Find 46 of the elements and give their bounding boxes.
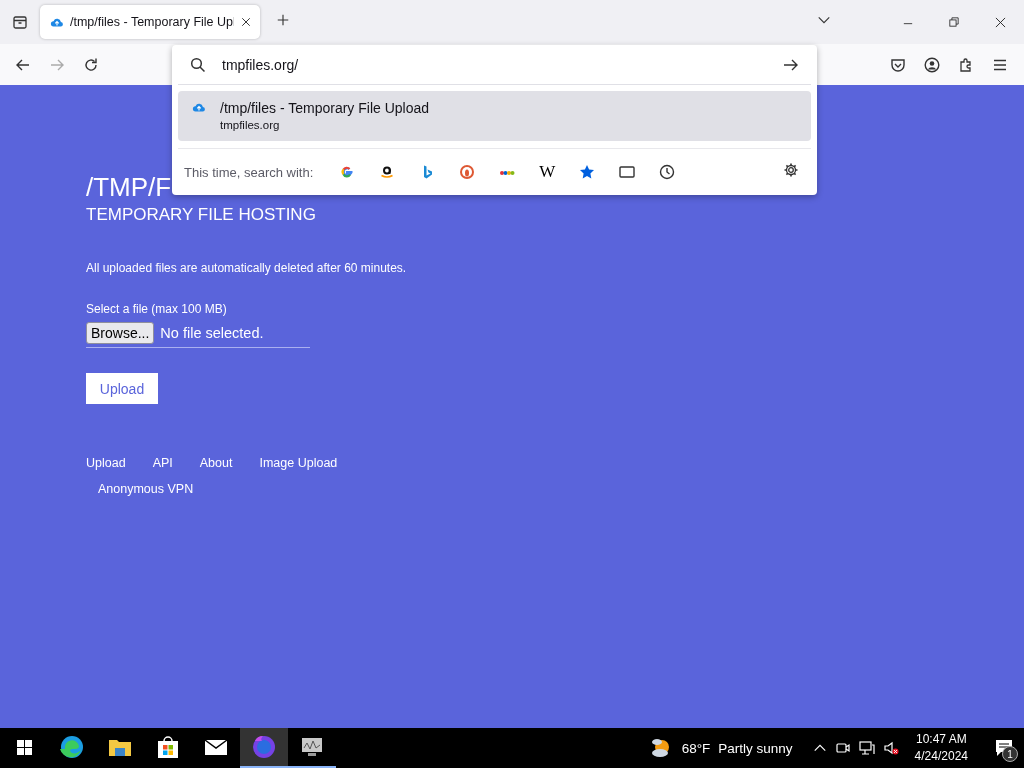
footer-link[interactable]: About [199,456,233,470]
monitor-app-icon[interactable] [300,735,324,759]
search-with-label: This time, search with: [184,164,314,180]
new-tab-icon[interactable] [276,13,290,27]
star-icon[interactable] [579,164,596,180]
clock-date[interactable]: 4/24/2024 [914,748,968,765]
account-icon[interactable] [924,56,940,73]
suggestion-url: tmpfiles.org [220,119,281,131]
weather-condition[interactable]: Partly sunny [718,740,793,756]
field-label: Select a file (max 100 MB) [86,302,227,316]
suggestion-item[interactable]: /tmp/files - Temporary File Upload tmpfiles.org [178,91,811,141]
browse-button[interactable]: Browse... [86,322,155,344]
edge-icon[interactable] [60,735,84,759]
windows-start-icon[interactable] [15,738,33,756]
temperature[interactable]: 68°F [681,740,711,756]
firefox-icon[interactable] [252,735,276,759]
footer-link[interactable]: API [152,456,173,470]
file-status: No file selected. [160,325,264,341]
tab-list-icon[interactable] [12,14,28,30]
footer-link[interactable]: Image Upload [259,456,338,470]
close-icon[interactable] [995,16,1006,28]
tab-icon[interactable] [619,164,636,180]
reload-icon[interactable] [83,56,99,73]
camera-icon[interactable] [834,740,851,756]
settings-icon[interactable] [783,162,799,178]
clock-icon[interactable] [659,164,676,180]
upload-button[interactable]: Upload [86,373,158,404]
footer-link[interactable]: Anonymous VPN [98,482,194,496]
puzzle-icon[interactable] [958,56,974,73]
notification-badge: 1 [1002,746,1018,762]
site-subtitle: TEMPORARY FILE HOSTING [86,205,316,225]
site-title: /TMP/F [86,173,172,201]
clock-time[interactable]: 10:47 AM [915,731,967,748]
network-icon[interactable] [858,740,875,756]
footer-link[interactable]: Upload [86,456,126,470]
wikipedia-icon[interactable]: W [539,162,556,182]
restore-icon[interactable] [949,16,959,27]
close-icon[interactable] [240,16,252,28]
store-icon[interactable] [156,735,180,759]
notice-text: All uploaded files are automatically deleted after 60 minutes. [86,261,407,275]
duck-icon[interactable] [459,164,476,180]
search-icon[interactable] [190,56,206,73]
volume-muted-icon[interactable] [882,740,899,756]
pocket-icon[interactable] [890,56,906,73]
suggestion-title: /tmp/files - Temporary File Upload [220,100,430,116]
google-icon[interactable] [339,164,356,180]
